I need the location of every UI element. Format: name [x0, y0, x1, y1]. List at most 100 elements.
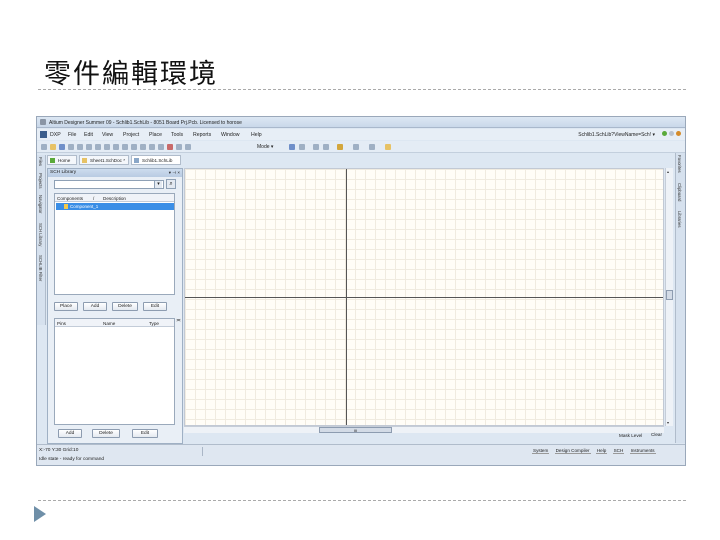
mask-level-button[interactable]: Mask Level	[619, 433, 642, 438]
horizontal-scroll-thumb[interactable]: III	[319, 427, 392, 433]
col-pins[interactable]: Pins	[57, 321, 66, 326]
mode-dropdown[interactable]: Mode ▾	[257, 144, 273, 150]
menu-edit[interactable]: Edit	[84, 132, 93, 138]
top-divider	[38, 89, 686, 90]
collapse-icon[interactable]: ≍	[176, 317, 181, 324]
pins-list[interactable]: Pins Name Type	[54, 318, 175, 425]
y-axis-line	[346, 169, 347, 425]
print-icon[interactable]	[68, 144, 74, 150]
menu-help[interactable]: Help	[251, 132, 262, 138]
vertical-scrollbar[interactable]: ▴ ▾	[665, 168, 673, 426]
dxp-logo-icon[interactable]	[40, 131, 47, 138]
redo-icon[interactable]	[185, 144, 191, 150]
tab-system[interactable]: System	[532, 448, 550, 454]
clear-filter-icon[interactable]	[167, 144, 173, 150]
ieee-symbols-icon[interactable]	[353, 144, 359, 150]
col-name[interactable]: Name	[103, 321, 115, 326]
x-axis-line	[185, 297, 663, 298]
vtab-clipboard[interactable]: Clipboard	[677, 183, 682, 201]
tab-schlib1[interactable]: Schlib1.SchLib	[131, 155, 181, 165]
menu-file[interactable]: File	[68, 132, 76, 138]
clear-button[interactable]: Clear	[651, 432, 662, 437]
remove-part-icon[interactable]	[299, 144, 305, 150]
menu-view[interactable]: View	[102, 132, 113, 138]
document-path-dropdown[interactable]: Schlib1.SchLib?ViewName=Sch! ▾	[578, 132, 655, 138]
vtab-favorites[interactable]: Favorites	[677, 155, 682, 173]
print-preview-icon[interactable]	[77, 144, 83, 150]
paste-icon[interactable]	[131, 144, 137, 150]
tab-home[interactable]: Home	[47, 155, 77, 165]
vtab-navigator[interactable]: Navigator	[38, 195, 43, 213]
col-description[interactable]: Description	[103, 196, 126, 201]
model-manager-icon[interactable]	[385, 144, 391, 150]
zoom-out-icon[interactable]	[95, 144, 101, 150]
menu-window[interactable]: Window	[221, 132, 239, 138]
add-pin-button[interactable]: Add	[58, 429, 82, 438]
menu-project[interactable]: Project	[123, 132, 139, 138]
tab-sch[interactable]: SCH	[612, 448, 625, 454]
panel-title-text: SCH Library	[50, 170, 77, 175]
back-icon[interactable]	[662, 131, 667, 136]
delete-component-button[interactable]: Delete	[112, 302, 138, 311]
undo-icon[interactable]	[176, 144, 182, 150]
scroll-down-icon[interactable]: ▾	[667, 420, 669, 425]
vertical-scroll-thumb[interactable]	[666, 290, 673, 300]
edit-component-button[interactable]: Edit	[143, 302, 167, 311]
component-filter-input[interactable]	[54, 180, 164, 189]
schematic-doc-icon	[82, 158, 87, 163]
vtab-schlib-filter[interactable]: SCHLIB Filter	[38, 255, 43, 281]
menu-dxp[interactable]: DXP	[50, 132, 61, 138]
drawing-tools-icon[interactable]	[337, 144, 343, 150]
menu-place[interactable]: Place	[149, 132, 162, 138]
add-component-button[interactable]: Add	[83, 302, 107, 311]
slide-title: 零件編輯環境	[44, 59, 218, 90]
forward-icon[interactable]	[669, 131, 674, 136]
deselect-icon[interactable]	[158, 144, 164, 150]
tab-help[interactable]: Help	[595, 448, 608, 454]
tab-design-compiler[interactable]: Design Compiler	[554, 448, 591, 454]
col-sort[interactable]: /	[93, 196, 94, 201]
tab-sheet1[interactable]: Sheet1.SchDoc *	[79, 155, 129, 165]
grid-icon[interactable]	[369, 144, 375, 150]
save-icon[interactable]	[59, 144, 65, 150]
new-file-icon[interactable]	[41, 144, 47, 150]
col-components[interactable]: Components	[57, 196, 83, 201]
play-icon[interactable]	[34, 506, 46, 522]
vtab-files[interactable]: Files	[38, 157, 43, 166]
horizontal-scrollbar[interactable]: III	[184, 426, 664, 433]
window-title: Altium Designer Summer 09 - Schlib1.SchL…	[49, 120, 242, 126]
edit-pin-button[interactable]: Edit	[132, 429, 158, 438]
zoom-in-icon[interactable]	[86, 144, 92, 150]
delete-pin-button[interactable]: Delete	[92, 429, 120, 438]
navigation-buttons	[662, 131, 681, 136]
select-area-icon[interactable]	[140, 144, 146, 150]
main-toolbar: Mode ▾	[37, 141, 685, 153]
search-icon[interactable]: ⌕	[166, 179, 176, 189]
tab-instruments[interactable]: Instruments	[629, 448, 656, 454]
move-icon[interactable]	[149, 144, 155, 150]
prev-part-icon[interactable]	[313, 144, 319, 150]
add-part-icon[interactable]	[289, 144, 295, 150]
list-item[interactable]: Component_1	[56, 203, 174, 210]
col-type[interactable]: Type	[149, 321, 159, 326]
vtab-sch-library[interactable]: SCH Library	[38, 223, 43, 246]
open-folder-icon[interactable]	[50, 144, 56, 150]
chevron-down-icon[interactable]: ▾	[154, 181, 162, 188]
place-button[interactable]: Place	[54, 302, 78, 311]
cut-icon[interactable]	[113, 144, 119, 150]
next-part-icon[interactable]	[323, 144, 329, 150]
components-list[interactable]: Components / Description Component_1	[54, 193, 175, 295]
copy-icon[interactable]	[122, 144, 128, 150]
zoom-fit-icon[interactable]	[104, 144, 110, 150]
nav-dropdown-icon[interactable]	[676, 131, 681, 136]
title-bar: Altium Designer Summer 09 - Schlib1.SchL…	[37, 117, 685, 128]
tab-home-label: Home	[58, 158, 71, 163]
app-icon	[40, 119, 46, 125]
vtab-projects[interactable]: Projects	[38, 173, 43, 189]
schematic-canvas[interactable]	[184, 168, 664, 426]
menu-tools[interactable]: Tools	[171, 132, 183, 138]
scroll-up-icon[interactable]: ▴	[667, 169, 669, 174]
panel-pin-icon[interactable]: ▾ ⊣ ×	[169, 170, 180, 176]
menu-reports[interactable]: Reports	[193, 132, 211, 138]
vtab-libraries[interactable]: Libraries	[677, 211, 682, 227]
